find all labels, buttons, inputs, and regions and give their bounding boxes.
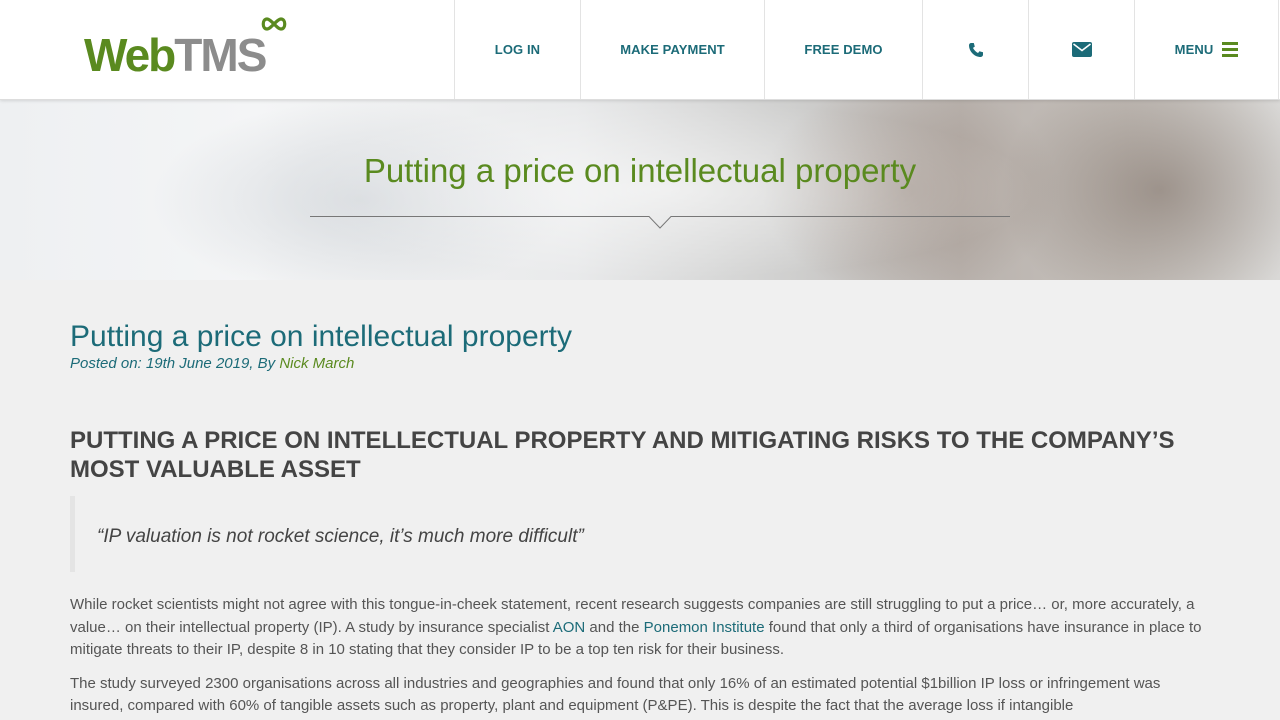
quote-text: “IP valuation is not rocket science, it’… [97,526,584,547]
post-meta: Posted on: 19th June 2019, By Nick March [70,355,1210,372]
envelope-icon [1071,42,1092,57]
login-link[interactable]: LOG IN [454,0,580,99]
make-payment-link[interactable]: MAKE PAYMENT [580,0,764,99]
hero-banner: Putting a price on intellectual property [0,100,1280,280]
aon-link[interactable]: AON [553,619,586,636]
post-title: Putting a price on intellectual property [70,320,572,353]
author-link[interactable]: Nick March [279,355,354,372]
menu-button[interactable]: MENU [1134,0,1279,99]
phone-icon [968,42,983,57]
post-date: Posted on: 19th June 2019, By [70,355,280,372]
article-heading: PUTTING A PRICE ON INTELLECTUAL PROPERTY… [70,427,1175,483]
webtms-logo[interactable]: WebTMS [84,16,288,78]
hero-title: Putting a price on intellectual property [363,152,917,189]
pull-quote: “IP valuation is not rocket science, it’… [70,496,1210,572]
paragraph-1: While rocket scientists might not agree … [70,596,1202,658]
paragraph-2: The study surveyed 2300 organisations ac… [70,674,1161,715]
ponemon-institute-link[interactable]: Ponemon Institute [644,619,765,636]
free-demo-link[interactable]: FREE DEMO [764,0,922,99]
logo-wordmark: WebTMS [84,29,267,81]
main-nav: LOG IN MAKE PAYMENT FREE DEMO MENU [454,0,1279,99]
hamburger-icon [1222,42,1239,57]
phone-button[interactable] [922,0,1028,99]
hero-divider [310,216,1010,229]
article: Putting a price on intellectual property… [70,280,1210,718]
site-header: WebTMS LOG IN MAKE PAYMENT FREE DEMO MEN… [0,0,1280,100]
email-button[interactable] [1028,0,1134,99]
